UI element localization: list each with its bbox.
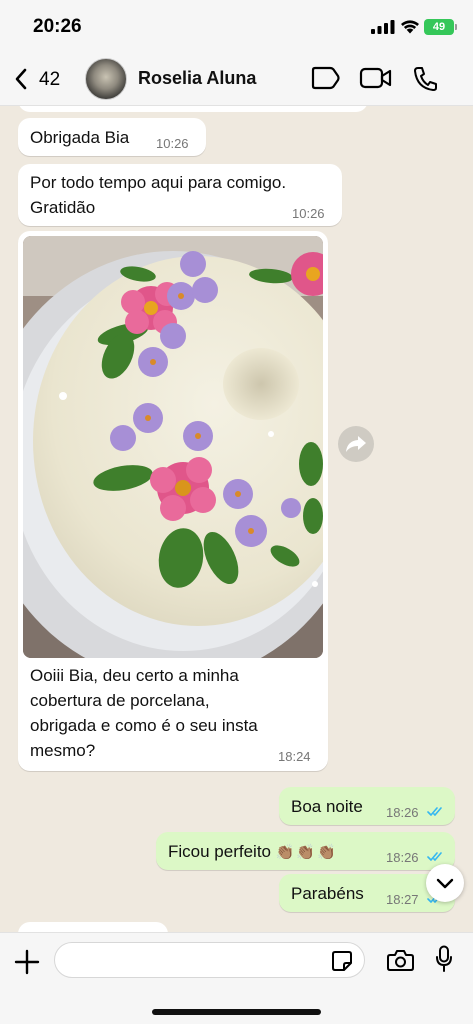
incoming-message[interactable]: Por todo tempo aqui para comigo. Gratidã… <box>18 164 342 226</box>
battery-level: 49 <box>432 21 446 33</box>
outgoing-message[interactable]: Ficou perfeito 👏🏽👏🏽👏🏽 18:26 <box>156 832 455 870</box>
status-time: 20:26 <box>33 16 82 37</box>
message-line: Por todo tempo aqui para comigo. <box>30 173 287 192</box>
message-time: 10:26 <box>292 206 325 221</box>
message-time: 10:26 <box>156 136 189 151</box>
caption-line: mesmo? <box>30 741 96 760</box>
phone-icon[interactable] <box>413 66 437 92</box>
message-text: Boa noite <box>291 797 363 816</box>
scroll-to-bottom-button[interactable] <box>426 864 464 902</box>
message-words: Ficou perfeito <box>168 842 271 861</box>
message-time: 18:26 <box>386 805 419 820</box>
message-text: Por todo tempo aqui para comigo. Gratidã… <box>30 170 286 220</box>
message-input[interactable] <box>54 942 365 978</box>
chevron-down-icon <box>436 878 454 889</box>
outgoing-message[interactable]: Boa noite 18:26 <box>279 787 455 825</box>
read-receipt-icon <box>427 807 442 816</box>
message-text: Parabéns <box>291 884 364 903</box>
incoming-image-message[interactable]: Ooiii Bia, deu certo a minha cobertura d… <box>18 231 328 771</box>
message-time: 18:26 <box>386 850 419 865</box>
battery-indicator: 49 <box>424 19 457 35</box>
plus-icon[interactable] <box>14 949 40 975</box>
contact-name[interactable]: Roselia Aluna <box>138 68 256 89</box>
video-camera-icon[interactable] <box>359 66 393 90</box>
cellular-signal-icon <box>371 20 395 34</box>
chat-header: 42 Roselia Aluna <box>0 52 473 106</box>
message-time: 18:27 <box>386 892 419 907</box>
back-button[interactable]: 42 <box>10 64 70 94</box>
wifi-icon <box>401 20 419 34</box>
cake-image <box>23 236 323 658</box>
clapping-emoji: 👏🏽👏🏽👏🏽 <box>275 844 338 861</box>
message-text: Ficou perfeito 👏🏽👏🏽👏🏽 <box>168 839 338 865</box>
microphone-icon[interactable] <box>435 945 453 973</box>
sticker-icon[interactable] <box>331 950 353 972</box>
label-icon[interactable] <box>310 66 340 90</box>
cake-photo[interactable] <box>23 236 323 658</box>
caption-line: obrigada e como é o seu insta <box>30 716 258 735</box>
message-time: 18:24 <box>278 749 311 764</box>
camera-icon[interactable] <box>387 949 414 972</box>
image-caption: Ooiii Bia, deu certo a minha cobertura d… <box>30 663 258 763</box>
status-bar: 20:26 49 <box>0 0 473 52</box>
input-bar <box>0 932 473 1024</box>
unread-count: 42 <box>39 69 61 90</box>
incoming-message[interactable]: Obrigada Bia 10:26 <box>18 118 206 156</box>
forward-button[interactable] <box>338 426 374 462</box>
read-receipt-icon <box>427 852 442 861</box>
share-arrow-icon <box>346 436 366 452</box>
partial-message-bubble <box>18 922 168 932</box>
message-text: Obrigada Bia <box>30 128 130 147</box>
caption-line: cobertura de porcelana, <box>30 691 210 710</box>
caption-line: Ooiii Bia, deu certo a minha <box>30 666 239 685</box>
message-list[interactable]: Obrigada Bia 10:26 Por todo tempo aqui p… <box>0 106 473 932</box>
avatar[interactable] <box>85 58 127 100</box>
partial-message-bubble <box>18 106 368 112</box>
home-indicator <box>152 1009 321 1015</box>
message-line: Gratidão <box>30 198 96 217</box>
chevron-left-icon <box>15 68 27 90</box>
